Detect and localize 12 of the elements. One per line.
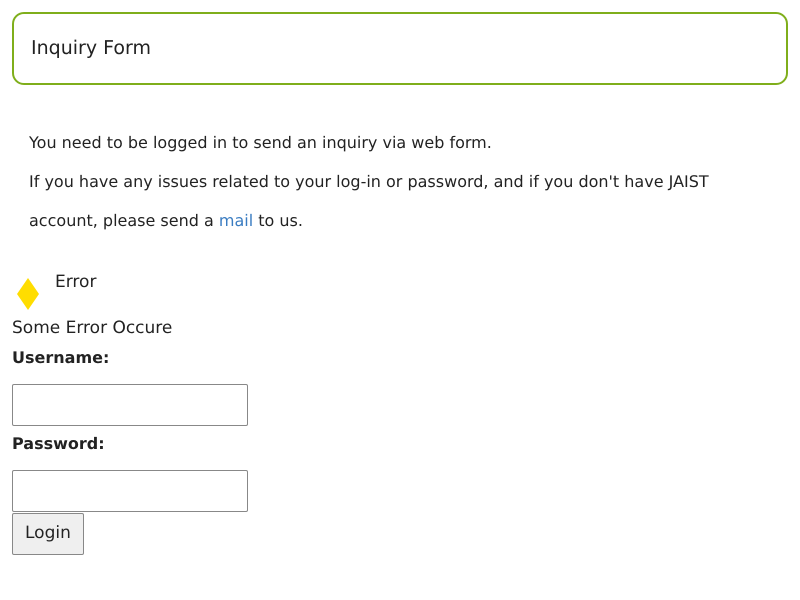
error-message: Some Error Occure [12, 317, 174, 340]
field-label: Username: [12, 347, 110, 369]
field-label: Password: [12, 433, 105, 455]
intro-text: If you have any issues related to your log-in or password, and if you don't have JAIST account, please send a mail to us. [29, 171, 710, 232]
page-title: Inquiry Form [31, 36, 151, 62]
login-button[interactable]: Login [12, 513, 84, 555]
input-field[interactable] [12, 384, 248, 426]
warning-diamond-icon [17, 278, 39, 310]
intro-text: You need to be logged in to send an inquiry via web form. [29, 132, 493, 154]
mail-link[interactable]: mail [218, 211, 254, 230]
error-title: Error [55, 271, 96, 294]
input-field[interactable] [12, 470, 248, 512]
